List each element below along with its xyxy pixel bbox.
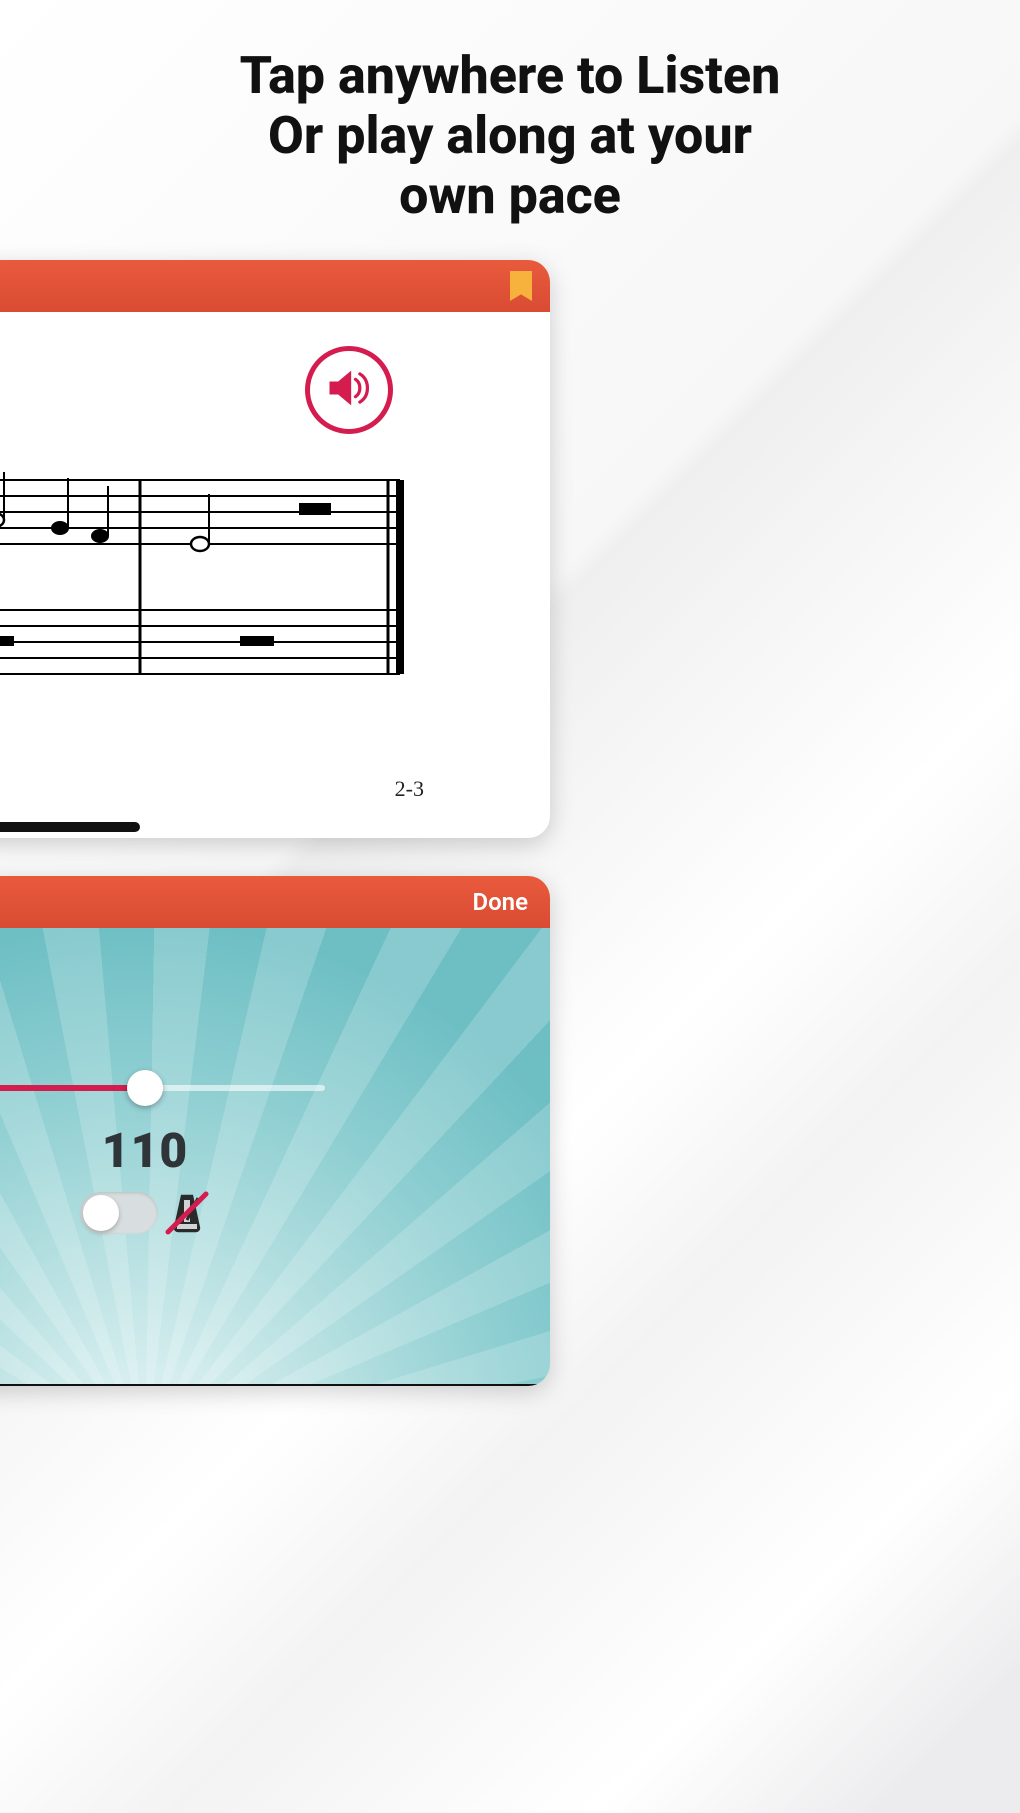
- tempo-panel: t Level Done 110: [0, 876, 550, 1386]
- bookmark-icon[interactable]: [510, 271, 532, 301]
- metronome-toggle-row: [80, 1190, 210, 1236]
- progress-bar[interactable]: [0, 822, 140, 832]
- play-audio-button[interactable]: [305, 346, 393, 434]
- speaker-icon: [323, 362, 375, 418]
- tempo-value-label: 110: [102, 1122, 188, 1179]
- slider-fill: [0, 1085, 145, 1091]
- music-staff[interactable]: [0, 460, 416, 720]
- headline-line-3: own pace: [0, 166, 1020, 226]
- tempo-slider[interactable]: [0, 1068, 325, 1108]
- slider-thumb[interactable]: [127, 1070, 163, 1106]
- flashcard-panel[interactable]: ard 3 of 40: [0, 260, 550, 838]
- progress-bar[interactable]: [0, 1384, 550, 1386]
- headline-line-1: Tap anywhere to Listen: [0, 46, 1020, 106]
- metronome-toggle[interactable]: [80, 1192, 158, 1234]
- metronome-off-icon: [164, 1190, 210, 1236]
- done-button[interactable]: Done: [472, 888, 528, 916]
- headline-line-2: Or play along at your: [0, 106, 1020, 166]
- flashcard-header: ard 3 of 40: [0, 260, 550, 312]
- toggle-knob: [83, 1195, 119, 1231]
- page-number-label: 2-3: [395, 776, 424, 802]
- tempo-panel-header: t Level Done: [0, 876, 550, 928]
- tempo-panel-body: 110: [0, 928, 550, 1386]
- headline: Tap anywhere to Listen Or play along at …: [0, 0, 1020, 235]
